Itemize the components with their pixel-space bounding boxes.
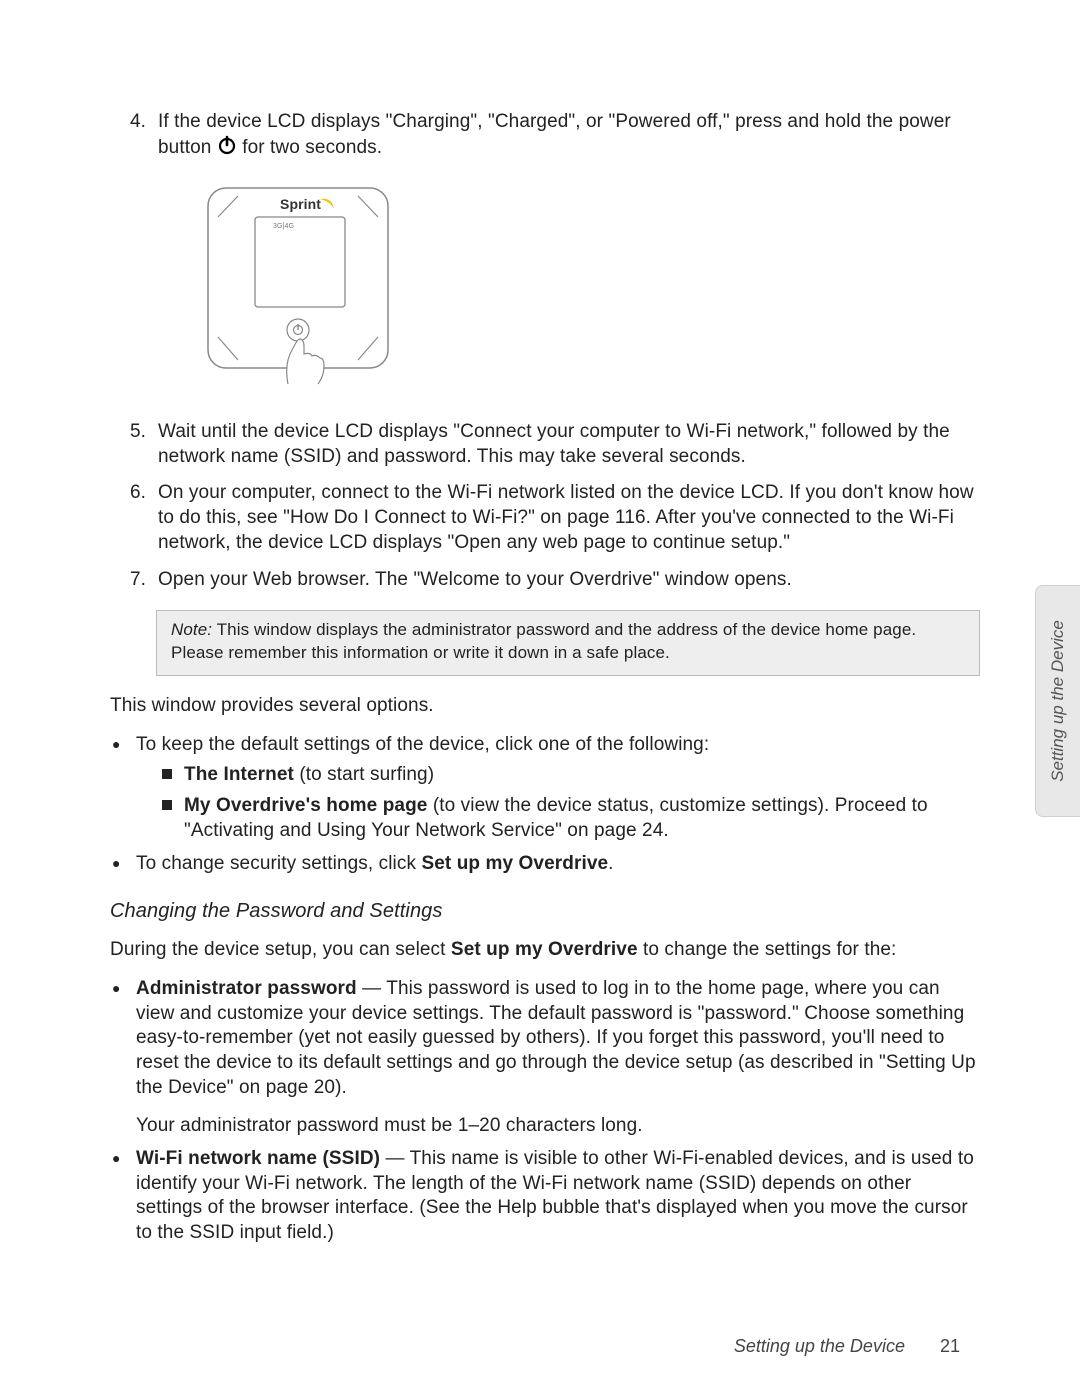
- setting-admin-password-bold: Administrator password: [136, 978, 357, 999]
- finger-icon: [287, 339, 324, 384]
- step-5-text: Wait until the device LCD displays "Conn…: [158, 420, 980, 469]
- option-security-bold: Set up my Overdrive: [421, 853, 608, 874]
- option-security: To change security settings, click Set u…: [110, 852, 980, 877]
- option-security-post: .: [608, 853, 613, 874]
- option-the-internet-rest: (to start surfing): [294, 764, 434, 785]
- step-6: 6. On your computer, connect to the Wi-F…: [110, 481, 980, 555]
- step-4-text-post: for two seconds.: [242, 137, 382, 158]
- setting-ssid-bold: Wi-Fi network name (SSID): [136, 1148, 380, 1169]
- note-text: This window displays the administrator p…: [171, 620, 916, 662]
- subheading-changing-password: Changing the Password and Settings: [110, 898, 980, 924]
- step-5: 5. Wait until the device LCD displays "C…: [110, 420, 980, 469]
- device-lcd-text: 3G|4G: [273, 223, 294, 230]
- option-the-internet: The Internet (to start surfing): [162, 763, 980, 788]
- option-home-page-bold: My Overdrive's home page: [184, 795, 427, 816]
- page-content: 4. If the device LCD displays "Charging"…: [110, 110, 980, 1246]
- step-4-number: 4.: [110, 110, 158, 162]
- side-section-tab-label: Setting up the Device: [1048, 620, 1068, 782]
- setup-intro-bold: Set up my Overdrive: [451, 939, 638, 960]
- step-4-text: If the device LCD displays "Charging", "…: [158, 110, 980, 162]
- option-security-pre: To change security settings, click: [136, 853, 421, 874]
- footer-page-number: 21: [940, 1336, 960, 1356]
- step-6-text: On your computer, connect to the Wi-Fi n…: [158, 481, 980, 555]
- side-section-tab: Setting up the Device: [1035, 585, 1080, 817]
- step-7-text: Open your Web browser. The "Welcome to y…: [158, 568, 980, 593]
- setting-admin-password: Administrator password — This password i…: [110, 977, 980, 1139]
- step-7-number: 7.: [110, 568, 158, 593]
- page-footer: Setting up the Device 21: [734, 1336, 960, 1357]
- device-figure: Sprint 3G|4G: [200, 182, 980, 400]
- option-keep-default: To keep the default settings of the devi…: [110, 733, 980, 844]
- note-label: Note:: [171, 620, 212, 639]
- option-keep-default-text: To keep the default settings of the devi…: [136, 734, 709, 755]
- step-4: 4. If the device LCD displays "Charging"…: [110, 110, 980, 162]
- step-5-number: 5.: [110, 420, 158, 469]
- note-box: Note: This window displays the administr…: [156, 610, 980, 676]
- sprint-swoosh-icon: [320, 199, 334, 209]
- setup-intro-pre: During the device setup, you can select: [110, 939, 451, 960]
- setting-ssid: Wi-Fi network name (SSID) — This name is…: [110, 1147, 980, 1246]
- step-7: 7. Open your Web browser. The "Welcome t…: [110, 568, 980, 593]
- option-home-page: My Overdrive's home page (to view the de…: [162, 794, 980, 843]
- admin-password-length: Your administrator password must be 1–20…: [136, 1114, 980, 1139]
- power-icon: [217, 135, 237, 163]
- setup-intro-post: to change the settings for the:: [638, 939, 897, 960]
- options-intro: This window provides several options.: [110, 694, 980, 719]
- footer-chapter: Setting up the Device: [734, 1336, 905, 1356]
- setup-intro: During the device setup, you can select …: [110, 938, 980, 963]
- device-brand-text: Sprint: [280, 196, 321, 212]
- option-the-internet-bold: The Internet: [184, 764, 294, 785]
- step-6-number: 6.: [110, 481, 158, 555]
